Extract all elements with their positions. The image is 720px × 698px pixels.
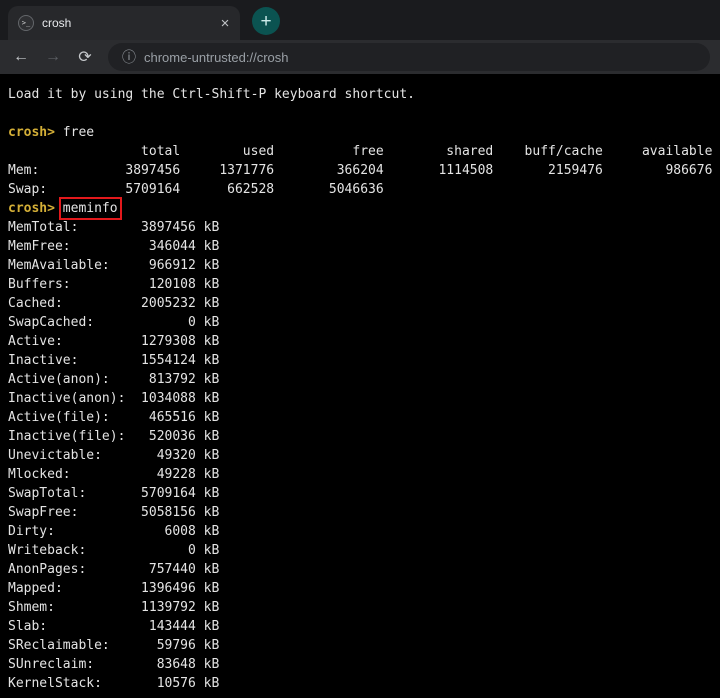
command-free: free — [62, 125, 95, 140]
toolbar: ← → ⟳ ⓘ chrome-untrusted://crosh — [0, 40, 720, 74]
page-info-icon[interactable]: ⓘ — [122, 47, 136, 67]
tab-crosh[interactable]: >_ crosh × — [8, 6, 240, 40]
crosh-favicon-icon: >_ — [18, 15, 34, 31]
terminal-prompt-line: crosh> meminfo — [8, 197, 712, 220]
terminal-line: KernelStack: 10576 kB — [8, 676, 220, 691]
terminal-line: Writeback: 0 kB — [8, 543, 220, 558]
terminal-line: Active(file): 465516 kB — [8, 410, 220, 425]
terminal-line: MemFree: 346044 kB — [8, 239, 220, 254]
terminal-line: Swap: 5709164 662528 5046636 — [8, 182, 384, 197]
forward-button[interactable]: → — [40, 44, 66, 70]
terminal-line: Dirty: 6008 kB — [8, 524, 220, 539]
terminal-line: SwapCached: 0 kB — [8, 315, 220, 330]
terminal-line: total used free shared buff/cache availa… — [8, 144, 713, 159]
tab-title: crosh — [42, 16, 72, 30]
reload-button[interactable]: ⟳ — [72, 44, 98, 70]
terminal-line: Load it by using the Ctrl-Shift-P keyboa… — [8, 87, 415, 102]
terminal-line: SwapTotal: 5709164 kB — [8, 486, 220, 501]
terminal-line: Inactive(anon): 1034088 kB — [8, 391, 220, 406]
terminal-line: Active: 1279308 kB — [8, 334, 220, 349]
terminal-line: Shmem: 1139792 kB — [8, 600, 220, 615]
terminal-line: Buffers: 120108 kB — [8, 277, 220, 292]
terminal-line: Unevictable: 49320 kB — [8, 448, 220, 463]
terminal-line: Inactive(file): 520036 kB — [8, 429, 220, 444]
terminal-line: Mem: 3897456 1371776 366204 1114508 2159… — [8, 163, 713, 178]
omnibox[interactable]: ⓘ chrome-untrusted://crosh — [108, 43, 710, 71]
tab-close-icon[interactable]: × — [216, 14, 234, 32]
crosh-prompt: crosh> — [8, 125, 55, 140]
terminal-line: Mlocked: 49228 kB — [8, 467, 220, 482]
terminal-line: SReclaimable: 59796 kB — [8, 638, 220, 653]
terminal-line: SUnreclaim: 83648 kB — [8, 657, 220, 672]
new-tab-button[interactable]: + — [252, 7, 280, 35]
back-button[interactable]: ← — [8, 44, 34, 70]
terminal-line: MemAvailable: 966912 kB — [8, 258, 220, 273]
plus-icon: + — [260, 10, 272, 32]
terminal-line: Cached: 2005232 kB — [8, 296, 220, 311]
terminal-prompt-line: crosh> free — [8, 123, 712, 142]
command-meminfo-annotation-box: meminfo — [58, 197, 122, 220]
crosh-terminal[interactable]: Load it by using the Ctrl-Shift-P keyboa… — [0, 74, 720, 698]
terminal-line: Mapped: 1396496 kB — [8, 581, 220, 596]
terminal-line: SwapFree: 5058156 kB — [8, 505, 220, 520]
terminal-line: Slab: 143444 kB — [8, 619, 220, 634]
tab-strip: >_ crosh × + — [0, 0, 720, 40]
terminal-line: MemTotal: 3897456 kB — [8, 220, 220, 235]
terminal-line: Inactive: 1554124 kB — [8, 353, 220, 368]
crosh-prompt: crosh> — [8, 201, 55, 216]
terminal-line: Active(anon): 813792 kB — [8, 372, 220, 387]
terminal-line: AnonPages: 757440 kB — [8, 562, 220, 577]
browser-window: >_ crosh × + ← → ⟳ ⓘ chrome-untrusted://… — [0, 0, 720, 698]
url-text: chrome-untrusted://crosh — [144, 49, 289, 65]
